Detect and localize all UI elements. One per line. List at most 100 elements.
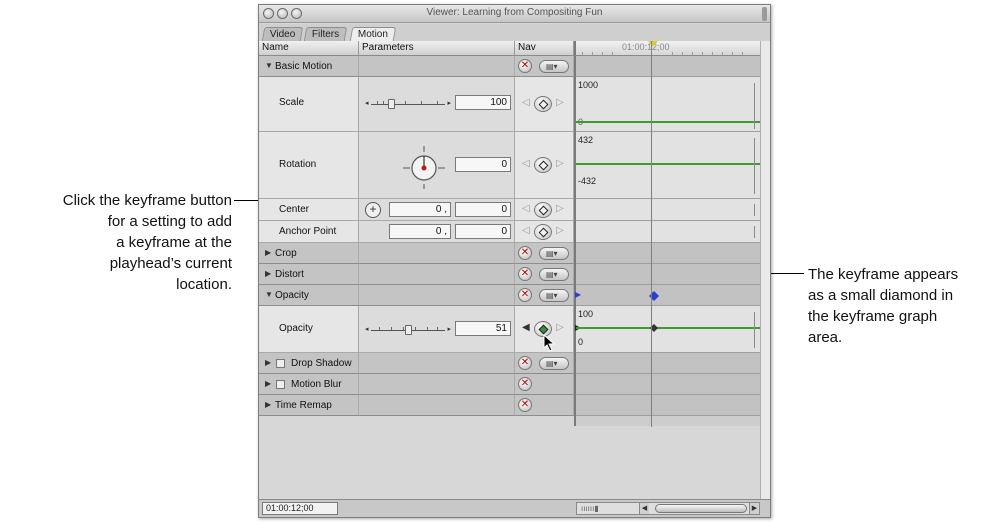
keyframe-graph-area[interactable]: 1000 0 432 -432 ▶ 100 0 ▶ bbox=[574, 56, 762, 426]
group-crop[interactable]: ▶ Crop ✕ ▤▾ bbox=[259, 243, 574, 264]
scroll-left-arrow-icon[interactable]: ◀ bbox=[639, 503, 649, 514]
callout-left-line-4: playhead’s current bbox=[109, 255, 232, 272]
bottom-bar: 01:00:12;00 ıııııı▮ ◀ ▶ bbox=[259, 499, 770, 517]
anchor-y-field[interactable]: 0 bbox=[455, 224, 511, 239]
keyframe-diamond-icon bbox=[538, 227, 549, 238]
center-keyframe-button[interactable] bbox=[534, 202, 552, 218]
scroll-right-arrow-icon[interactable]: ▶ bbox=[749, 503, 759, 514]
horizontal-scrollbar[interactable]: ıııııı▮ ◀ ▶ bbox=[576, 502, 760, 515]
opacity-slider[interactable]: ◂ ▸ bbox=[365, 324, 451, 336]
opacity-menu-button[interactable]: ▤▾ bbox=[539, 289, 569, 302]
keyframe-start-marker-icon: ▶ bbox=[575, 290, 582, 299]
keyframe-diamond-icon bbox=[538, 99, 549, 110]
graph-row-distort bbox=[576, 264, 762, 285]
anchor-x-field[interactable]: 0 , bbox=[389, 224, 451, 239]
opacity-graph-min: 0 bbox=[578, 337, 584, 347]
tab-filters[interactable]: Filters bbox=[303, 27, 348, 41]
disclosure-closed-icon[interactable]: ▶ bbox=[265, 358, 271, 367]
group-opacity[interactable]: ▼ Opacity ✕ ▤▾ bbox=[259, 285, 574, 306]
group-label: Time Remap bbox=[275, 400, 332, 411]
group-basic-motion[interactable]: ▼ Basic Motion ✕ ▤▾ bbox=[259, 56, 574, 77]
rotation-graph-max: 432 bbox=[578, 135, 594, 145]
keyframe-diamond-icon bbox=[538, 324, 549, 335]
center-y-field[interactable]: 0 bbox=[455, 202, 511, 217]
callout-keyframe-button: Click the keyframe button for a setting … bbox=[0, 190, 232, 295]
opacity-value-field[interactable]: 51 bbox=[455, 321, 511, 336]
zoom-slider-icon[interactable]: ıııııı▮ bbox=[581, 503, 599, 514]
reset-time-remap-button[interactable]: ✕ bbox=[518, 398, 532, 412]
anchor-keyframe-button[interactable] bbox=[534, 224, 552, 240]
group-label: Drop Shadow bbox=[291, 358, 352, 369]
basic-motion-menu-button[interactable]: ▤▾ bbox=[539, 60, 569, 73]
center-crosshair-icon[interactable]: + bbox=[365, 202, 381, 218]
callout-right-line-1: The keyframe appears bbox=[808, 266, 959, 283]
column-header-name[interactable]: Name bbox=[259, 41, 359, 56]
tab-video[interactable]: Video bbox=[261, 27, 304, 41]
toolbar-toggle-button[interactable] bbox=[762, 7, 767, 21]
disclosure-closed-icon[interactable]: ▶ bbox=[265, 400, 271, 409]
group-label: Motion Blur bbox=[291, 379, 342, 390]
playhead-line[interactable] bbox=[651, 41, 652, 427]
vertical-scrollbar[interactable] bbox=[760, 41, 770, 499]
viewer-window: Viewer: Learning from Compositing Fun Vi… bbox=[258, 4, 771, 518]
opacity-label: Opacity bbox=[279, 323, 313, 334]
timeline-ruler[interactable]: 01:00:12;00 bbox=[574, 41, 760, 56]
graph-row-opacity[interactable]: 100 0 ▶ bbox=[575, 306, 762, 353]
scale-value-field[interactable]: 100 bbox=[455, 95, 511, 110]
reset-crop-button[interactable]: ✕ bbox=[518, 246, 532, 260]
current-timecode-field[interactable]: 01:00:12;00 bbox=[262, 502, 338, 515]
drop-shadow-menu-button[interactable]: ▤▾ bbox=[539, 357, 569, 370]
reset-distort-button[interactable]: ✕ bbox=[518, 267, 532, 281]
tab-motion[interactable]: Motion bbox=[349, 27, 397, 41]
distort-menu-button[interactable]: ▤▾ bbox=[539, 268, 569, 281]
rotation-label: Rotation bbox=[279, 159, 317, 170]
graph-row-anchor-point bbox=[576, 221, 762, 243]
title-bar[interactable]: Viewer: Learning from Compositing Fun bbox=[259, 5, 770, 23]
callout-right-line-4: area. bbox=[808, 329, 843, 346]
motion-blur-checkbox[interactable] bbox=[276, 380, 285, 389]
group-label: Crop bbox=[275, 248, 297, 259]
reset-drop-shadow-button[interactable]: ✕ bbox=[518, 356, 532, 370]
anchor-keyframe-nav[interactable]: ◁ ▷ bbox=[522, 224, 566, 240]
rotation-keyframe-nav[interactable]: ◁ ▷ bbox=[522, 157, 566, 173]
center-keyframe-nav[interactable]: ◁ ▷ bbox=[522, 202, 566, 218]
group-drop-shadow[interactable]: ▶ Drop Shadow ✕ ▤▾ bbox=[259, 353, 574, 374]
param-row-rotation: Rotation 0 ◁ ▷ bbox=[259, 132, 574, 199]
horizontal-scroll-thumb[interactable] bbox=[655, 504, 747, 513]
rotation-dial-icon[interactable] bbox=[399, 144, 449, 190]
reset-opacity-button[interactable]: ✕ bbox=[518, 288, 532, 302]
keyframe-diamond-icon bbox=[538, 205, 549, 216]
column-header-nav[interactable]: Nav bbox=[515, 41, 574, 56]
disclosure-closed-icon[interactable]: ▶ bbox=[265, 248, 271, 257]
rotation-value-line bbox=[576, 163, 762, 165]
group-time-remap[interactable]: ▶ Time Remap ✕ bbox=[259, 395, 574, 416]
reset-basic-motion-button[interactable]: ✕ bbox=[518, 59, 532, 73]
param-row-scale: Scale ◂ ▸ 100 ◁ ▷ bbox=[259, 77, 574, 132]
graph-row-scale[interactable]: 1000 0 bbox=[576, 77, 762, 132]
column-header-parameters[interactable]: Parameters bbox=[359, 41, 515, 56]
group-distort[interactable]: ▶ Distort ✕ ▤▾ bbox=[259, 264, 574, 285]
disclosure-closed-icon[interactable]: ▶ bbox=[265, 379, 271, 388]
scale-graph-max: 1000 bbox=[578, 80, 599, 90]
scale-keyframe-button[interactable] bbox=[534, 96, 552, 112]
drop-shadow-checkbox[interactable] bbox=[276, 359, 285, 368]
callout-left-line-2: for a setting to add bbox=[107, 213, 232, 230]
scale-slider[interactable]: ◂ ▸ bbox=[365, 98, 451, 110]
disclosure-closed-icon[interactable]: ▶ bbox=[265, 269, 271, 278]
reset-motion-blur-button[interactable]: ✕ bbox=[518, 377, 532, 391]
disclosure-open-icon[interactable]: ▼ bbox=[265, 290, 273, 299]
rotation-value-field[interactable]: 0 bbox=[455, 157, 511, 172]
group-motion-blur[interactable]: ▶ Motion Blur ✕ bbox=[259, 374, 574, 395]
crop-menu-button[interactable]: ▤▾ bbox=[539, 247, 569, 260]
graph-row-rotation[interactable]: 432 -432 bbox=[576, 132, 762, 199]
callout-right-line-2: as a small diamond in bbox=[808, 287, 954, 304]
param-row-center: Center + 0 , 0 ◁ ▷ bbox=[259, 199, 574, 221]
disclosure-open-icon[interactable]: ▼ bbox=[265, 61, 273, 70]
playhead-marker-icon[interactable] bbox=[648, 41, 658, 47]
graph-row-crop bbox=[576, 243, 762, 264]
opacity-graph-max: 100 bbox=[578, 309, 594, 319]
center-x-field[interactable]: 0 , bbox=[389, 202, 451, 217]
scale-keyframe-nav[interactable]: ◁ ▷ bbox=[522, 96, 566, 112]
opacity-value-line bbox=[576, 327, 762, 329]
rotation-keyframe-button[interactable] bbox=[534, 157, 552, 173]
